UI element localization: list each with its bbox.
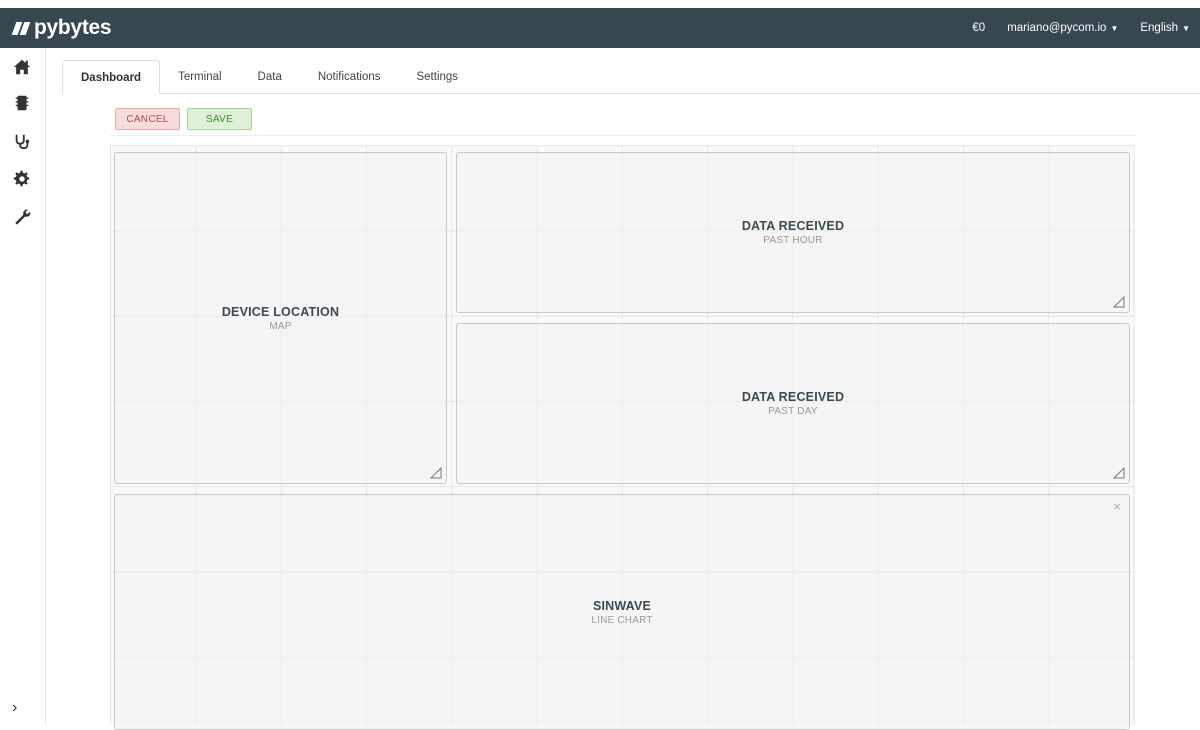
resize-handle-icon[interactable]	[1113, 467, 1125, 479]
widget-title: SINWAVE	[592, 598, 652, 613]
user-menu[interactable]: mariano@pycom.io ▼	[1007, 22, 1118, 34]
widget-subtitle: PAST DAY	[768, 406, 818, 417]
tab-terminal[interactable]: Terminal	[160, 60, 239, 94]
save-button[interactable]: SAVE	[187, 108, 252, 130]
home-icon[interactable]	[11, 56, 33, 78]
tab-bar: Dashboard Terminal Data Notifications Se…	[62, 60, 1200, 95]
tab-dashboard[interactable]: Dashboard	[62, 60, 161, 95]
language-menu[interactable]: English ▼	[1140, 22, 1190, 34]
widget-subtitle: PAST HOUR	[763, 235, 823, 246]
resize-handle-icon[interactable]	[1113, 296, 1125, 308]
close-icon[interactable]: ×	[1113, 499, 1121, 514]
wrench-icon[interactable]	[11, 206, 33, 228]
cancel-button[interactable]: CANCEL	[115, 108, 180, 130]
resize-handle-icon[interactable]	[430, 467, 442, 479]
top-bar: pybytes €0 mariano@pycom.io ▼ English ▼	[0, 8, 1200, 48]
widget-subtitle: LINE CHART	[591, 614, 653, 626]
dashboard-actions: CANCEL SAVE	[110, 100, 1135, 136]
language-label: English	[1140, 22, 1179, 34]
widget-title: DATA RECEIVED	[741, 390, 845, 404]
gear-icon[interactable]	[11, 168, 33, 190]
header-right: €0 mariano@pycom.io ▼ English ▼	[972, 8, 1190, 48]
tab-notifications[interactable]: Notifications	[300, 60, 399, 94]
tab-settings[interactable]: Settings	[398, 60, 476, 94]
widget-subtitle: MAP	[269, 320, 292, 332]
app-name: pybytes	[34, 16, 112, 39]
caret-down-icon: ▼	[1110, 23, 1119, 33]
sidebar: ›	[0, 48, 46, 725]
widget-title: DEVICE LOCATION	[221, 304, 340, 319]
tab-data[interactable]: Data	[240, 60, 300, 94]
user-email: mariano@pycom.io	[1007, 22, 1107, 34]
chevron-right-icon[interactable]: ›	[12, 699, 28, 719]
dashboard-grid: DEVICE LOCATION MAP DATA RECEIVED PAST H…	[110, 145, 1135, 730]
widget-sinwave[interactable]: × SINWAVE LINE CHART	[114, 494, 1130, 730]
balance[interactable]: €0	[972, 22, 985, 34]
pycom-logo-icon	[11, 20, 32, 36]
widget-device-location[interactable]: DEVICE LOCATION MAP	[114, 152, 447, 484]
device-chip-icon[interactable]	[11, 92, 33, 114]
pybytes-logo[interactable]: pybytes	[11, 14, 112, 42]
widget-data-past-hour[interactable]: DATA RECEIVED PAST HOUR	[456, 152, 1130, 313]
widget-title: DATA RECEIVED	[741, 219, 845, 233]
widget-data-past-day[interactable]: DATA RECEIVED PAST DAY	[456, 323, 1130, 484]
stethoscope-icon[interactable]	[11, 130, 33, 152]
caret-down-icon: ▼	[1182, 23, 1190, 33]
